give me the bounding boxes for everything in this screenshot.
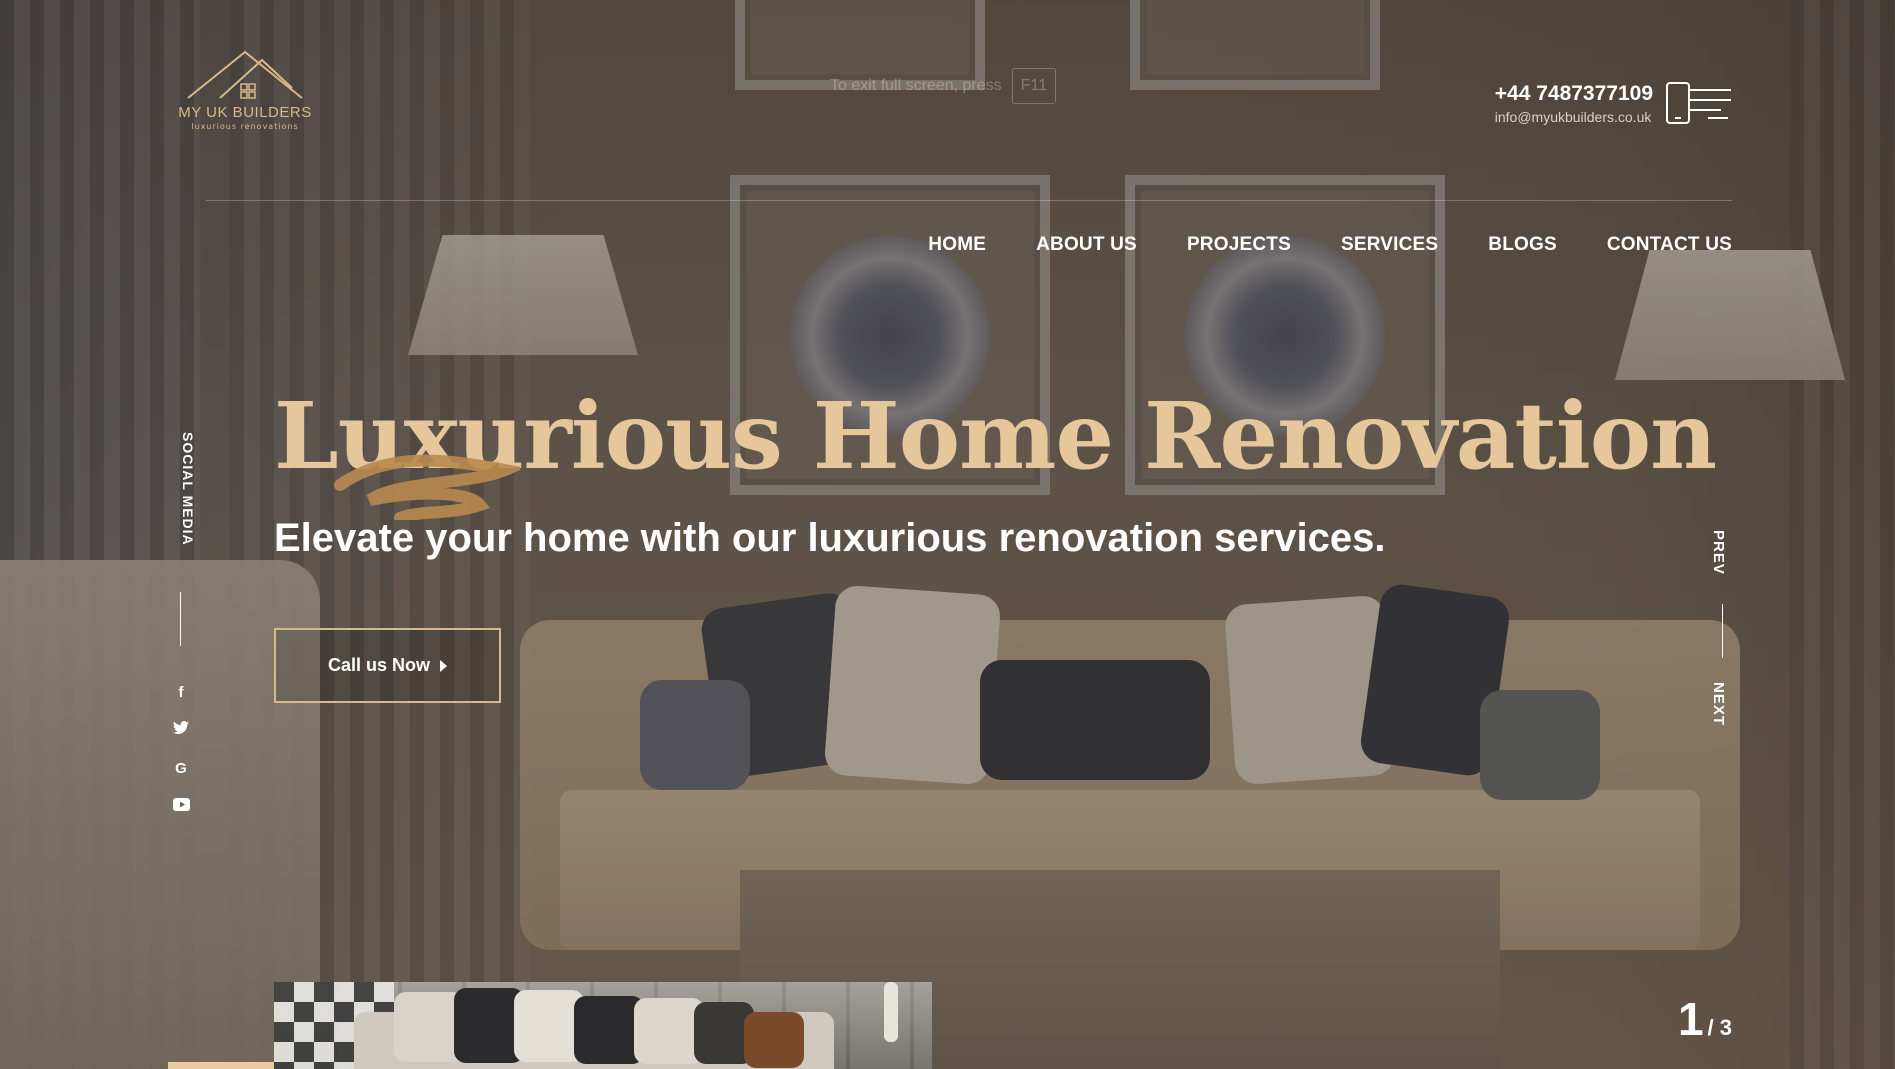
logo-tagline: luxurious renovations	[191, 122, 299, 131]
fullscreen-exit-hint: To exit full screen, press F11	[830, 68, 1057, 104]
facebook-icon[interactable]: f	[179, 682, 184, 704]
header-divider	[206, 200, 1732, 201]
slide-counter-total: / 3	[1707, 1015, 1732, 1040]
next-slide-thumbnail[interactable]	[274, 982, 932, 1069]
social-divider	[180, 592, 181, 646]
phone-menu-icon[interactable]	[1666, 82, 1732, 124]
nav-item-contact-us[interactable]: CONTACT US	[1607, 234, 1732, 256]
slide-counter: 1 / 3	[1678, 996, 1732, 1042]
google-icon[interactable]: G	[175, 758, 187, 780]
nav-item-blogs[interactable]: BLOGS	[1488, 234, 1557, 256]
main-navigation: HOME ABOUT US PROJECTS SERVICES BLOGS CO…	[928, 234, 1732, 256]
twitter-icon[interactable]	[173, 720, 189, 742]
contact-email[interactable]: info@myukbuilders.co.uk	[1495, 109, 1653, 125]
caret-right-icon	[440, 659, 447, 672]
site-logo[interactable]: MY UK BUILDERS luxurious renovations	[175, 46, 315, 136]
slider-divider	[1722, 604, 1723, 658]
nav-item-projects[interactable]: PROJECTS	[1187, 234, 1291, 256]
slide-progress-accent	[168, 1062, 274, 1069]
social-media-label: SOCIAL MEDIA	[180, 432, 196, 546]
slide-counter-current: 1	[1677, 993, 1704, 1045]
nav-item-about-us[interactable]: ABOUT US	[1036, 234, 1137, 256]
nav-item-services[interactable]: SERVICES	[1341, 234, 1438, 256]
nav-item-home[interactable]: HOME	[928, 234, 986, 256]
call-us-now-button[interactable]: Call us Now	[274, 628, 501, 703]
fullscreen-hint-text: To exit full screen, press	[830, 77, 1002, 94]
call-us-now-label: Call us Now	[327, 655, 430, 675]
logo-brand-name: MY UK BUILDERS	[178, 104, 312, 121]
header-contact: +44 7487377109 info@myukbuilders.co.uk	[1495, 82, 1653, 125]
youtube-icon[interactable]	[172, 796, 190, 818]
slider-next-button[interactable]: NEXT	[1710, 682, 1727, 726]
slider-prev-button[interactable]: PREV	[1710, 530, 1727, 575]
brush-stroke-decoration	[334, 454, 520, 520]
contact-phone[interactable]: +44 7487377109	[1495, 82, 1653, 106]
fullscreen-hint-key: F11	[1011, 68, 1057, 104]
social-icons: f G	[170, 682, 192, 818]
hero-subtitle: Elevate your home with our luxurious ren…	[274, 516, 1386, 560]
house-roof-logo-icon	[187, 50, 303, 99]
